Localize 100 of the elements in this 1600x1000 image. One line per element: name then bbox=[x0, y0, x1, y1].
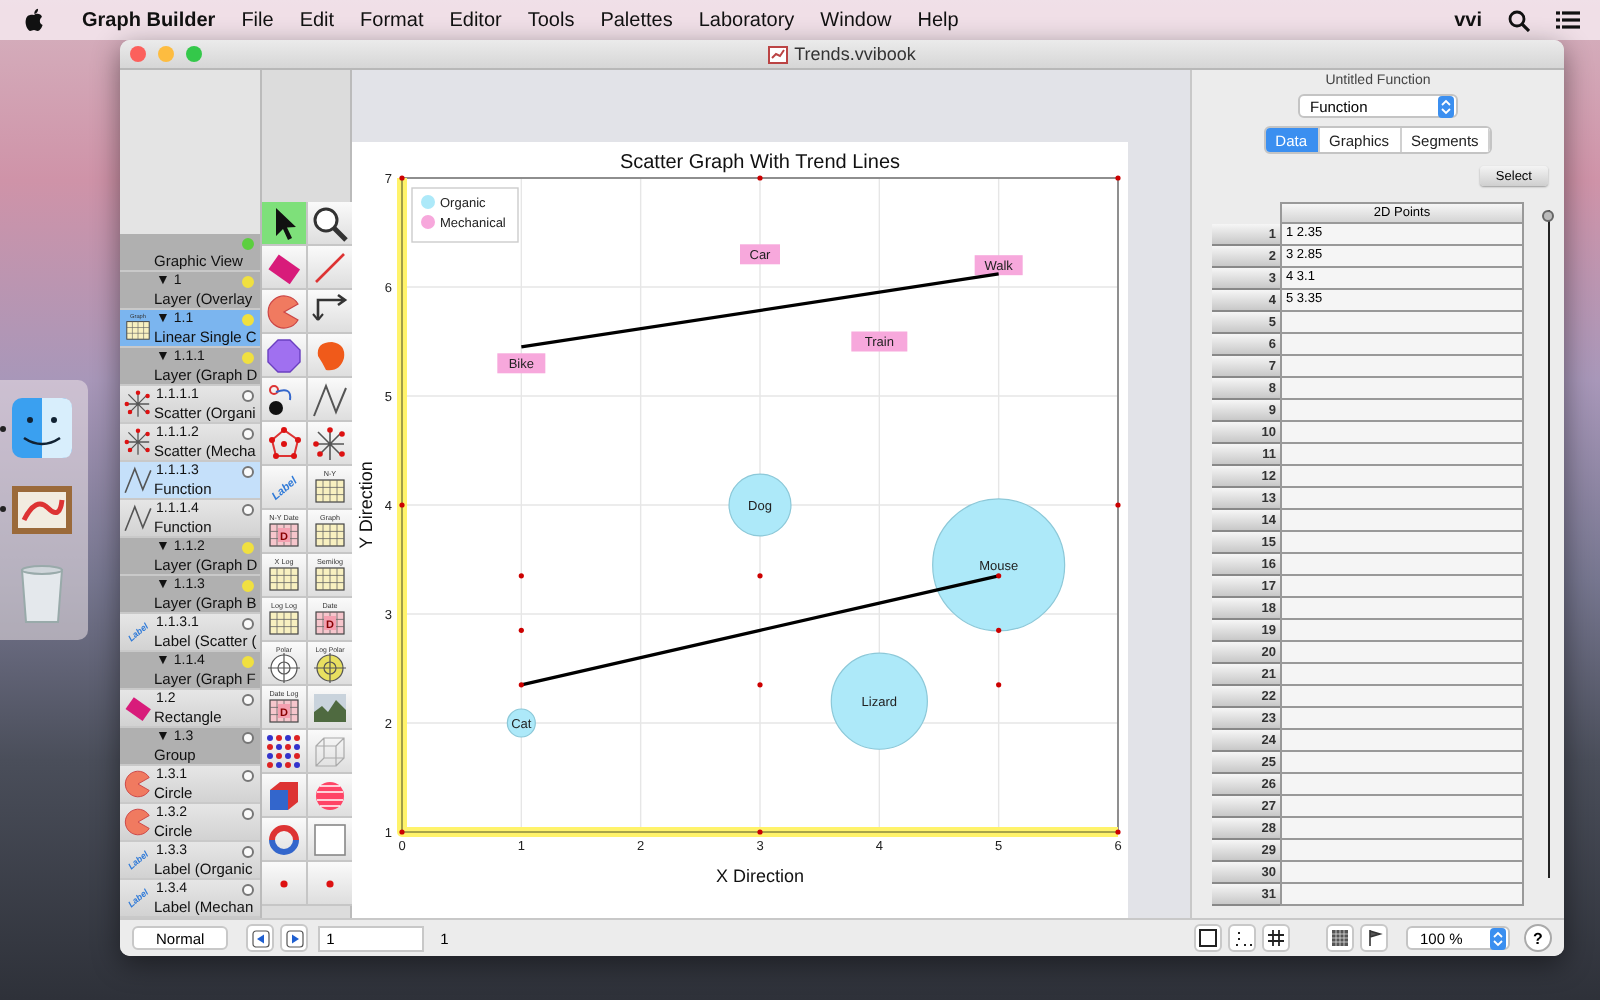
rectangle-tool-button[interactable] bbox=[262, 246, 308, 290]
table-cell[interactable] bbox=[1280, 422, 1524, 444]
right-triangle-icon bbox=[285, 929, 304, 947]
polyline-icon bbox=[310, 379, 350, 419]
scatter-icon bbox=[310, 423, 350, 463]
frame-tool-button[interactable] bbox=[308, 818, 354, 862]
visibility-dot[interactable] bbox=[242, 846, 254, 858]
selection-handle bbox=[757, 829, 763, 835]
table-cell[interactable] bbox=[1280, 620, 1524, 642]
table-cell[interactable] bbox=[1280, 312, 1524, 334]
menu-item[interactable]: Laboratory bbox=[698, 9, 795, 31]
menu-item[interactable]: Palettes bbox=[600, 9, 673, 31]
selection-handle bbox=[757, 175, 763, 181]
table-cell[interactable] bbox=[1280, 532, 1524, 554]
scatter-tool-button[interactable] bbox=[308, 422, 354, 466]
octagon-icon bbox=[264, 335, 304, 375]
table-cell[interactable] bbox=[1280, 466, 1524, 488]
flag-icon bbox=[1364, 928, 1384, 948]
selection-handle bbox=[1115, 829, 1121, 835]
visibility-dot[interactable] bbox=[242, 770, 254, 782]
table-cell[interactable] bbox=[1280, 664, 1524, 686]
table-cell[interactable] bbox=[1280, 884, 1524, 906]
running-indicator bbox=[0, 425, 6, 432]
curve-tool-button[interactable] bbox=[262, 378, 308, 422]
menu-item[interactable]: Format bbox=[360, 9, 424, 31]
table-cell[interactable] bbox=[1280, 818, 1524, 840]
dotgrid-tool-button[interactable] bbox=[262, 730, 308, 774]
table-cell[interactable] bbox=[1280, 510, 1524, 532]
table-cell[interactable] bbox=[1280, 708, 1524, 730]
table-cell[interactable] bbox=[1280, 400, 1524, 422]
table-cell[interactable] bbox=[1280, 752, 1524, 774]
grid-toggle-button[interactable] bbox=[1262, 924, 1290, 952]
pointer-tool-button[interactable] bbox=[262, 202, 308, 246]
selection-handle bbox=[518, 627, 524, 633]
dots-tool-button[interactable] bbox=[262, 422, 308, 466]
user-menu[interactable]: vvi bbox=[1454, 9, 1482, 31]
help-button[interactable]: ? bbox=[1524, 924, 1552, 952]
visibility-dot[interactable] bbox=[242, 808, 254, 820]
zoom-button[interactable] bbox=[186, 46, 202, 62]
photo-tool-button[interactable] bbox=[308, 686, 354, 730]
flag-button[interactable] bbox=[1360, 924, 1388, 952]
menu-item[interactable]: File bbox=[241, 9, 274, 31]
polygon-tool-button[interactable] bbox=[262, 334, 308, 378]
smiling-face-icon[interactable] bbox=[8, 394, 76, 463]
apple-icon[interactable] bbox=[24, 8, 44, 32]
visibility-dot[interactable] bbox=[242, 466, 254, 478]
table-cell[interactable] bbox=[1280, 598, 1524, 620]
polygon-points-icon bbox=[264, 423, 304, 463]
pie-tool-button[interactable] bbox=[262, 290, 308, 334]
frame-icon bbox=[310, 819, 350, 859]
table-view-button[interactable] bbox=[1326, 924, 1354, 952]
frame-toggle-button[interactable] bbox=[1194, 924, 1222, 952]
table-cell[interactable] bbox=[1280, 686, 1524, 708]
visibility-dot[interactable] bbox=[242, 694, 254, 706]
visibility-dot[interactable] bbox=[242, 732, 254, 744]
box-tool-button[interactable] bbox=[262, 774, 308, 818]
visibility-dot[interactable] bbox=[242, 618, 254, 630]
table-cell[interactable] bbox=[1280, 334, 1524, 356]
magnifier-icon bbox=[310, 203, 350, 243]
visibility-dot[interactable] bbox=[242, 428, 254, 440]
dot-grid-icon bbox=[264, 731, 304, 771]
line-tool-button[interactable] bbox=[308, 246, 354, 290]
dots-toggle-button[interactable] bbox=[1228, 924, 1256, 952]
visibility-dot[interactable] bbox=[242, 504, 254, 516]
point-tool-button[interactable] bbox=[308, 862, 354, 906]
visibility-dot[interactable] bbox=[242, 884, 254, 896]
table-cell[interactable] bbox=[1280, 642, 1524, 664]
slider-thumb[interactable] bbox=[1542, 210, 1554, 222]
table-cell[interactable] bbox=[1280, 774, 1524, 796]
next-page-button[interactable] bbox=[280, 924, 309, 952]
polyline-tool-button[interactable] bbox=[308, 378, 354, 422]
menu-item[interactable]: Window bbox=[820, 9, 892, 31]
table-cell[interactable] bbox=[1280, 444, 1524, 466]
table-cell[interactable] bbox=[1280, 378, 1524, 400]
table-cell[interactable] bbox=[1280, 576, 1524, 598]
visibility-dot[interactable] bbox=[242, 390, 254, 402]
menu-item[interactable]: Editor bbox=[449, 9, 502, 31]
previous-page-button[interactable] bbox=[246, 924, 275, 952]
table-cell[interactable] bbox=[1280, 796, 1524, 818]
point-tool-button[interactable] bbox=[262, 862, 308, 906]
menu-item[interactable]: Edit bbox=[299, 9, 335, 31]
table-cell[interactable] bbox=[1280, 356, 1524, 378]
selection-handle bbox=[518, 573, 524, 579]
ring-tool-button[interactable] bbox=[262, 818, 308, 862]
menu-item[interactable]: Tools bbox=[527, 9, 575, 31]
app-menu[interactable]: Graph Builder bbox=[82, 9, 216, 31]
table-cell[interactable] bbox=[1280, 840, 1524, 862]
list-icon[interactable] bbox=[1556, 10, 1580, 30]
connector-tool-button[interactable] bbox=[308, 290, 354, 334]
visibility-dot[interactable] bbox=[242, 238, 254, 250]
search-icon[interactable] bbox=[1508, 9, 1530, 31]
table-cell[interactable] bbox=[1280, 488, 1524, 510]
close-button[interactable] bbox=[130, 46, 146, 62]
point-icon bbox=[326, 879, 334, 887]
table-cell[interactable] bbox=[1280, 554, 1524, 576]
table-cell[interactable] bbox=[1280, 730, 1524, 752]
sphere-tool-button[interactable] bbox=[308, 774, 354, 818]
table-cell[interactable] bbox=[1280, 862, 1524, 884]
zoom-tool-button[interactable] bbox=[308, 202, 354, 246]
menu-item[interactable]: Help bbox=[917, 9, 959, 31]
